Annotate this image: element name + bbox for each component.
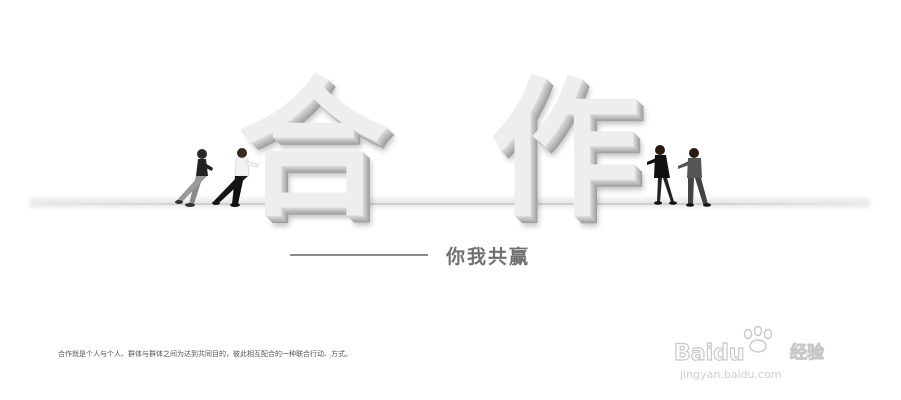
paw-icon	[743, 326, 773, 353]
watermark-brand: Baidu	[674, 341, 745, 366]
headline-char-he: 合	[238, 64, 389, 238]
watermark-url: jingyan.baidu.com	[679, 368, 782, 381]
man-pushing-left-figure	[212, 148, 259, 207]
baidu-jingyan-watermark: Baidu 经验 jingyan.baidu.com	[673, 326, 825, 381]
floor-line	[40, 203, 860, 205]
slogan-text: 你我共赢	[446, 246, 531, 268]
caption-text: 合作就是个人与个人、群体与群体之间为达到共同目的，彼此相互配合的一种联合行动、方…	[58, 350, 352, 358]
poster-scene: 合 作 你我共赢 合作就是个人与个人、群体与群体之间为达到共同目的，彼此相互配合…	[0, 0, 901, 400]
watermark-suffix: 经验	[790, 342, 825, 363]
slogan-rule	[290, 254, 428, 256]
man-pushing-right-figure	[678, 148, 711, 207]
headline-char-zuo: 作	[490, 64, 641, 238]
